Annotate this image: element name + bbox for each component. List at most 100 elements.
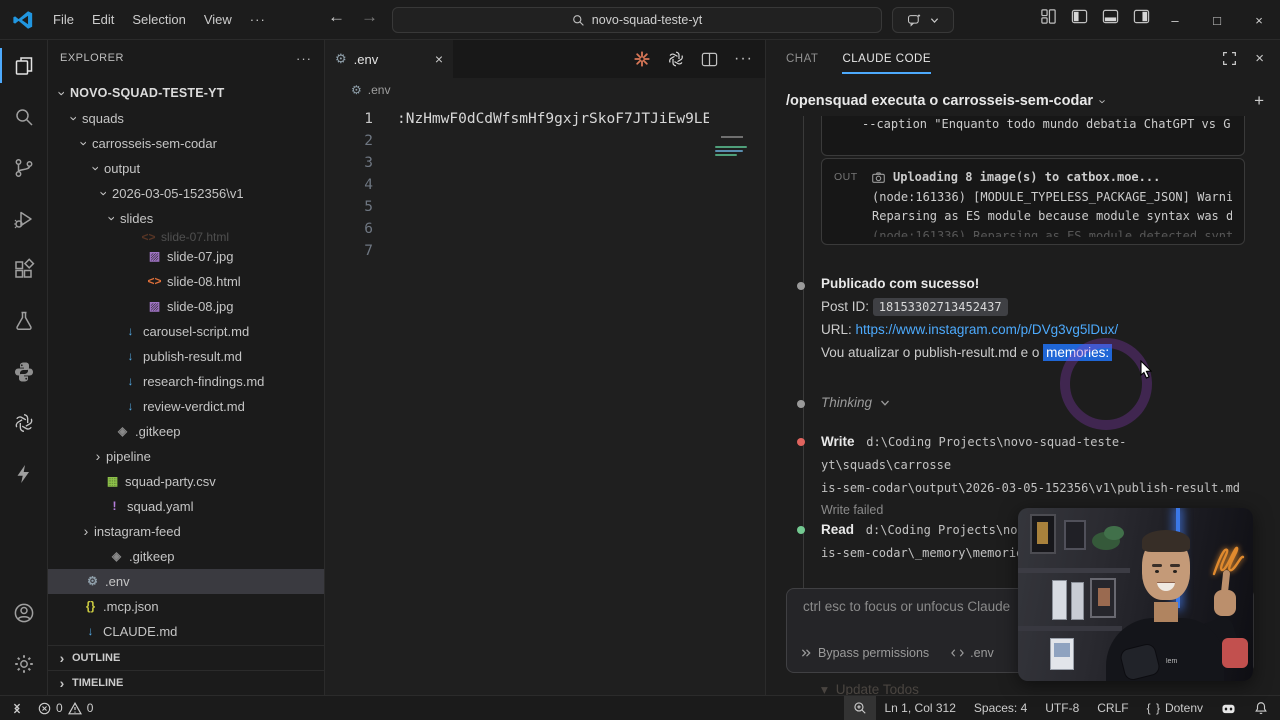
tree-item[interactable]: ↓publish-result.md <box>48 344 324 369</box>
instagram-link[interactable]: https://www.instagram.com/p/DVg3vg5lDux/ <box>856 322 1119 337</box>
activity-testing[interactable] <box>0 295 48 346</box>
success-message: Publicado com sucesso! Post ID: 18153302… <box>821 276 1245 360</box>
tree-item[interactable]: ›2026-03-05-152356\v1 <box>48 181 324 206</box>
toggle-panel-icon[interactable] <box>1102 8 1119 25</box>
context-file-chip[interactable]: .env <box>951 646 994 660</box>
editor-more-button[interactable]: ··· <box>734 50 753 68</box>
menu-selection[interactable]: Selection <box>123 7 194 33</box>
copilot-robot-icon <box>1221 702 1236 715</box>
tree-item[interactable]: <>slide-07.html <box>48 231 324 244</box>
menu-view[interactable]: View <box>195 7 241 33</box>
tree-item[interactable]: ›squads <box>48 106 324 131</box>
explorer-more-button[interactable]: ··· <box>296 51 312 66</box>
tree-item[interactable]: ›NOVO-SQUAD-TESTE-YT <box>48 81 324 106</box>
activity-account[interactable] <box>0 587 48 638</box>
tab-chat[interactable]: CHAT <box>786 40 818 78</box>
close-button[interactable]: × <box>1238 0 1280 40</box>
command-center-search[interactable]: novo-squad-teste-yt <box>392 7 882 33</box>
new-session-button[interactable]: + <box>1254 91 1264 111</box>
openai-icon[interactable] <box>667 50 685 68</box>
cursor-position[interactable]: Ln 1, Col 312 <box>876 696 965 720</box>
eol-setting[interactable]: CRLF <box>1088 696 1137 720</box>
outline-section[interactable]: › OUTLINE <box>48 645 324 670</box>
zoom-indicator[interactable] <box>844 696 876 720</box>
url-label: URL: <box>821 322 852 337</box>
tree-item[interactable]: !squad.yaml <box>48 494 324 519</box>
menu-edit[interactable]: Edit <box>83 7 123 33</box>
tree-item[interactable]: ›carrosseis-sem-codar <box>48 131 324 156</box>
tree-item[interactable]: ›instagram-feed <box>48 519 324 544</box>
double-chevron-icon <box>801 648 812 658</box>
tree-item[interactable]: ↓research-findings.md <box>48 369 324 394</box>
minimize-button[interactable]: – <box>1154 0 1196 40</box>
session-title[interactable]: /opensquad executa o carrosseis-sem-coda… <box>786 93 1093 109</box>
timeline-section[interactable]: › TIMELINE <box>48 670 324 695</box>
indentation-setting[interactable]: Spaces: 4 <box>965 696 1036 720</box>
chevron-icon: › <box>90 444 106 469</box>
tree-item-label: 2026-03-05-152356\v1 <box>112 181 244 206</box>
tree-item[interactable]: ›slides <box>48 206 324 231</box>
stop-button[interactable] <box>1222 638 1248 668</box>
activity-source-control[interactable] <box>0 142 48 193</box>
expand-icon[interactable] <box>1222 51 1237 66</box>
tab-env[interactable]: ⚙ .env × <box>325 40 453 78</box>
breadcrumb[interactable]: ⚙ .env <box>325 78 765 102</box>
tab-close-icon[interactable]: × <box>435 51 443 67</box>
tree-item[interactable]: ↓review-verdict.md <box>48 394 324 419</box>
shelf <box>1018 568 1130 573</box>
toggle-primary-sidebar-icon[interactable] <box>1071 8 1088 25</box>
overview-ruler-mark <box>721 136 743 138</box>
remote-indicator-icon[interactable] <box>10 702 24 715</box>
activity-search[interactable] <box>0 91 48 142</box>
maximize-button[interactable]: □ <box>1196 0 1238 40</box>
menu-overflow-button[interactable]: ··· <box>241 12 275 27</box>
search-icon <box>12 105 36 129</box>
forward-button[interactable]: → <box>361 7 378 27</box>
activity-extensions[interactable] <box>0 244 48 295</box>
tree-item[interactable]: ▨slide-07.jpg <box>48 244 324 269</box>
tree-item[interactable]: ◈.gitkeep <box>48 419 324 444</box>
claude-starburst-icon[interactable] <box>633 50 651 68</box>
activity-run-debug[interactable] <box>0 193 48 244</box>
activity-python[interactable] <box>0 346 48 397</box>
tree-item-label: squads <box>82 106 124 131</box>
tree-item[interactable]: ◈.gitkeep <box>48 544 324 569</box>
customize-layout-icon[interactable] <box>1040 8 1057 25</box>
tab-claude-code[interactable]: CLAUDE CODE <box>842 40 931 78</box>
encoding-setting[interactable]: UTF-8 <box>1036 696 1088 720</box>
post-id-value[interactable]: 18153302713452437 <box>873 298 1008 316</box>
notifications-bell[interactable] <box>1245 696 1280 720</box>
activity-explorer[interactable] <box>0 40 48 91</box>
split-editor-icon[interactable] <box>701 51 718 68</box>
thinking-row[interactable]: Thinking <box>821 395 1245 410</box>
tree-item[interactable]: {}.mcp.json <box>48 594 324 619</box>
copilot-status[interactable] <box>1212 696 1245 720</box>
activity-openai[interactable] <box>0 397 48 448</box>
language-mode[interactable]: { } Dotenv <box>1138 696 1212 720</box>
tree-item[interactable]: ↓carousel-script.md <box>48 319 324 344</box>
copilot-chat-button[interactable] <box>892 7 954 33</box>
md-file-icon: ↓ <box>122 344 139 369</box>
close-panel-icon[interactable]: × <box>1255 50 1264 67</box>
menu-file[interactable]: File <box>44 7 83 33</box>
tree-item[interactable]: ›pipeline <box>48 444 324 469</box>
cursor-highlight-ring <box>1060 338 1152 430</box>
chevron-icon: › <box>92 186 117 202</box>
problems-indicator[interactable]: 0 0 <box>38 701 93 715</box>
tree-item[interactable]: ↓CLAUDE.md <box>48 619 324 644</box>
code-area[interactable]: 1234567 :NzHmwF0dCdWfsmHf9gxjrSkoF7JTJiE… <box>325 102 765 695</box>
bypass-permissions-toggle[interactable]: Bypass permissions <box>801 646 929 660</box>
tree-item[interactable]: ›output <box>48 156 324 181</box>
activity-settings[interactable] <box>0 638 48 689</box>
minimap[interactable] <box>711 102 761 695</box>
chevron-down-icon[interactable]: › <box>1096 99 1111 103</box>
tree-item[interactable]: ⚙.env <box>48 569 324 594</box>
vscode-logo-icon <box>12 9 34 31</box>
toggle-secondary-sidebar-icon[interactable] <box>1133 8 1150 25</box>
html-file-icon: <> <box>146 269 163 294</box>
tree-item[interactable]: ▦squad-party.csv <box>48 469 324 494</box>
tree-item[interactable]: ▨slide-08.jpg <box>48 294 324 319</box>
tree-item[interactable]: <>slide-08.html <box>48 269 324 294</box>
activity-lightning[interactable] <box>0 448 48 499</box>
back-button[interactable]: ← <box>328 7 345 27</box>
